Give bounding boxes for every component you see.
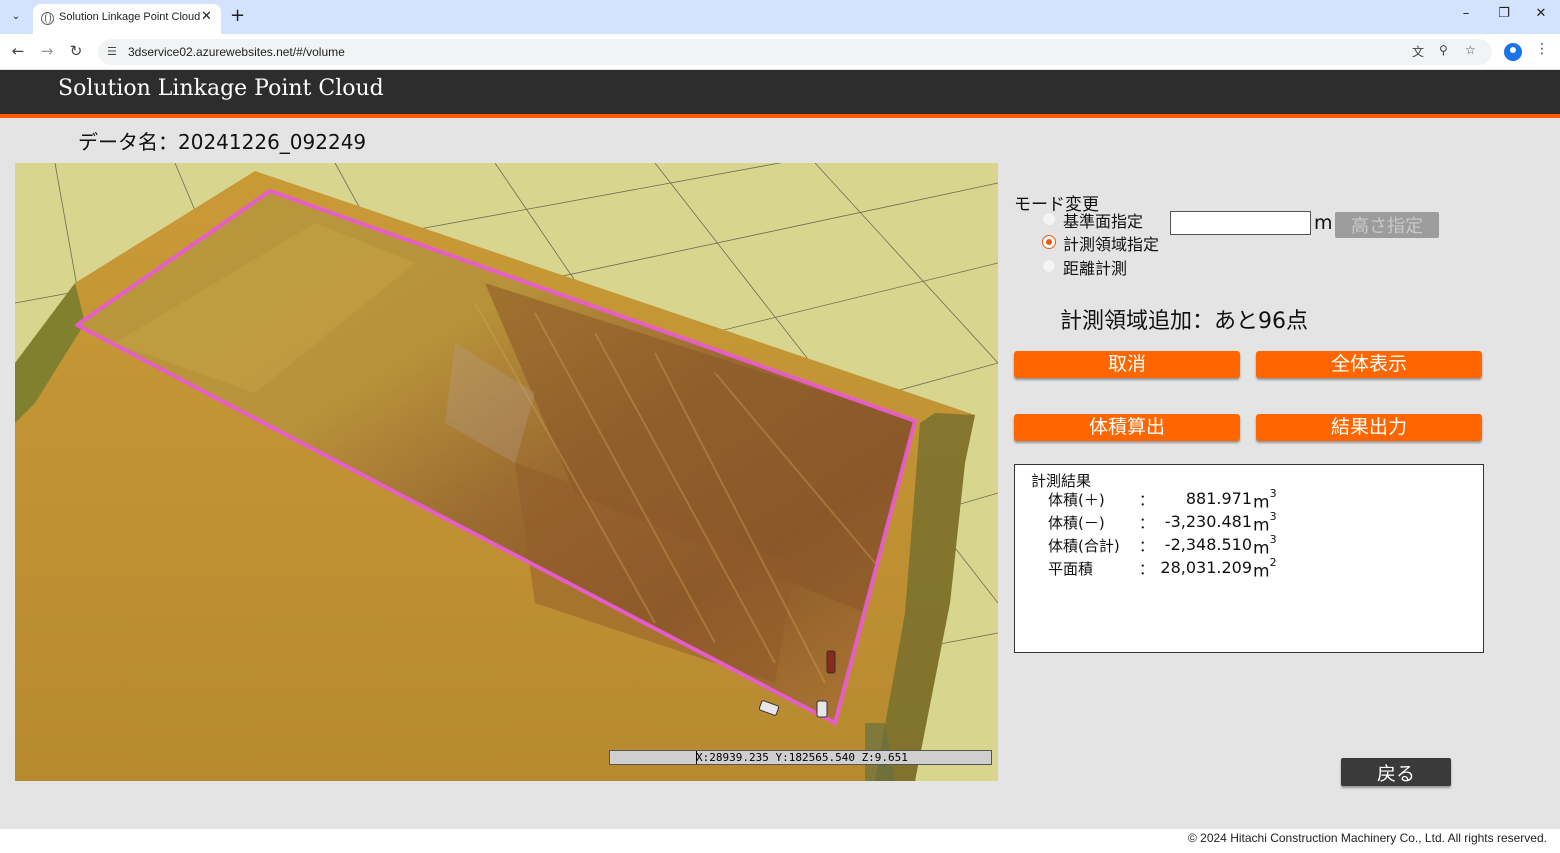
remaining-points-status: 計測領域追加：あと96点: [1060, 309, 1308, 334]
copyright: © 2024 Hitachi Construction Machinery Co…: [1187, 831, 1547, 845]
compute-volume-button[interactable]: 体積算出: [1014, 414, 1240, 441]
forward-arrow-icon[interactable]: →: [38, 42, 56, 60]
app-title: Solution Linkage Point Cloud: [58, 76, 384, 101]
result-label: 体積(－): [1048, 514, 1105, 532]
footer: © 2024 Hitachi Construction Machinery Co…: [0, 829, 1560, 853]
mode-option-label: 計測領域指定: [1063, 235, 1160, 254]
mode-option-label: 基準面指定: [1063, 212, 1144, 231]
mode-option-label: 距離計測: [1063, 259, 1128, 278]
tab-list-icon[interactable]: ⌄: [6, 7, 26, 27]
result-row-volume-plus: 体積(＋) ： 881.971 m3: [1015, 487, 1483, 513]
vehicle-3: [826, 650, 836, 674]
back-arrow-icon[interactable]: ←: [9, 42, 27, 60]
kebab-menu-icon[interactable]: ⋮: [1535, 41, 1549, 57]
result-row-volume-total: 体積(合計) ： -2,348.510 m3: [1015, 533, 1483, 559]
result-unit: m2: [1253, 556, 1277, 582]
export-result-button[interactable]: 結果出力: [1256, 414, 1482, 441]
result-value: -2,348.510: [1164, 535, 1252, 554]
height-input[interactable]: [1170, 211, 1311, 235]
translate-icon[interactable]: 文: [1412, 43, 1424, 60]
browser-tab-bar: ⌄ Solution Linkage Point Cloud ✕ + – ❐ ✕: [0, 0, 1560, 34]
result-label: 平面積: [1048, 560, 1094, 578]
site-info-icon[interactable]: ☰: [107, 45, 117, 58]
close-icon[interactable]: ✕: [201, 9, 212, 24]
radio-reference-plane[interactable]: [1042, 212, 1056, 226]
point-cloud-render[interactable]: [15, 163, 998, 781]
measurement-results: 計測結果 体積(＋) ： 881.971 m3 体積(－) ： -3,230.4…: [1014, 464, 1484, 653]
browser-address-bar: ← → ↻ ☰ 3dservice02.azurewebsites.net/#/…: [0, 34, 1560, 70]
data-name-value: 20241226_092249: [178, 130, 367, 154]
result-row-volume-minus: 体積(－) ： -3,230.481 m3: [1015, 510, 1483, 536]
restore-icon[interactable]: ❐: [1494, 6, 1514, 21]
url-text: 3dservice02.azurewebsites.net/#/volume: [128, 45, 345, 59]
browser-tab[interactable]: Solution Linkage Point Cloud ✕: [33, 4, 221, 34]
vehicle-2: [816, 700, 828, 718]
data-name-row: データ名：20241226_092249: [78, 126, 366, 155]
radio-measurement-area[interactable]: [1042, 235, 1056, 249]
header-accent-line: [0, 114, 1560, 118]
result-value: 881.971: [1185, 489, 1252, 508]
coordinate-readout: X:28939.235 Y:182565.540 Z:9.651: [609, 750, 992, 765]
radio-distance[interactable]: [1042, 259, 1056, 273]
result-colon: ：: [1139, 560, 1155, 578]
star-icon[interactable]: ☆: [1465, 43, 1476, 57]
profile-icon[interactable]: [1504, 43, 1522, 61]
app-header: Solution Linkage Point Cloud: [0, 70, 1560, 114]
cancel-button[interactable]: 取消: [1014, 351, 1240, 378]
back-button[interactable]: 戻る: [1341, 758, 1451, 786]
zoom-icon[interactable]: ⚲: [1439, 43, 1448, 57]
window-close-icon[interactable]: ✕: [1531, 6, 1551, 21]
result-colon: ：: [1139, 537, 1155, 555]
result-value: 28,031.209: [1160, 558, 1252, 577]
point-cloud-viewer[interactable]: X:28939.235 Y:182565.540 Z:9.651: [15, 163, 998, 781]
result-colon: ：: [1139, 491, 1155, 509]
results-title: 計測結果: [1031, 472, 1092, 490]
tab-title: Solution Linkage Point Cloud: [59, 11, 201, 23]
result-label: 体積(＋): [1048, 491, 1105, 509]
height-unit: m: [1314, 212, 1333, 234]
result-colon: ：: [1139, 514, 1155, 532]
url-field[interactable]: ☰ 3dservice02.azurewebsites.net/#/volume…: [98, 39, 1492, 65]
globe-icon: [41, 12, 54, 25]
result-label: 体積(合計): [1048, 537, 1120, 555]
plus-icon[interactable]: +: [230, 5, 245, 26]
data-name-label: データ名：: [78, 130, 178, 154]
set-height-button[interactable]: 高さ指定: [1335, 212, 1439, 238]
reload-icon[interactable]: ↻: [67, 42, 85, 60]
minimize-icon[interactable]: –: [1456, 6, 1476, 21]
show-all-button[interactable]: 全体表示: [1256, 351, 1482, 378]
result-row-plane-area: 平面積 ： 28,031.209 m2: [1015, 556, 1483, 582]
result-value: -3,230.481: [1164, 512, 1252, 531]
